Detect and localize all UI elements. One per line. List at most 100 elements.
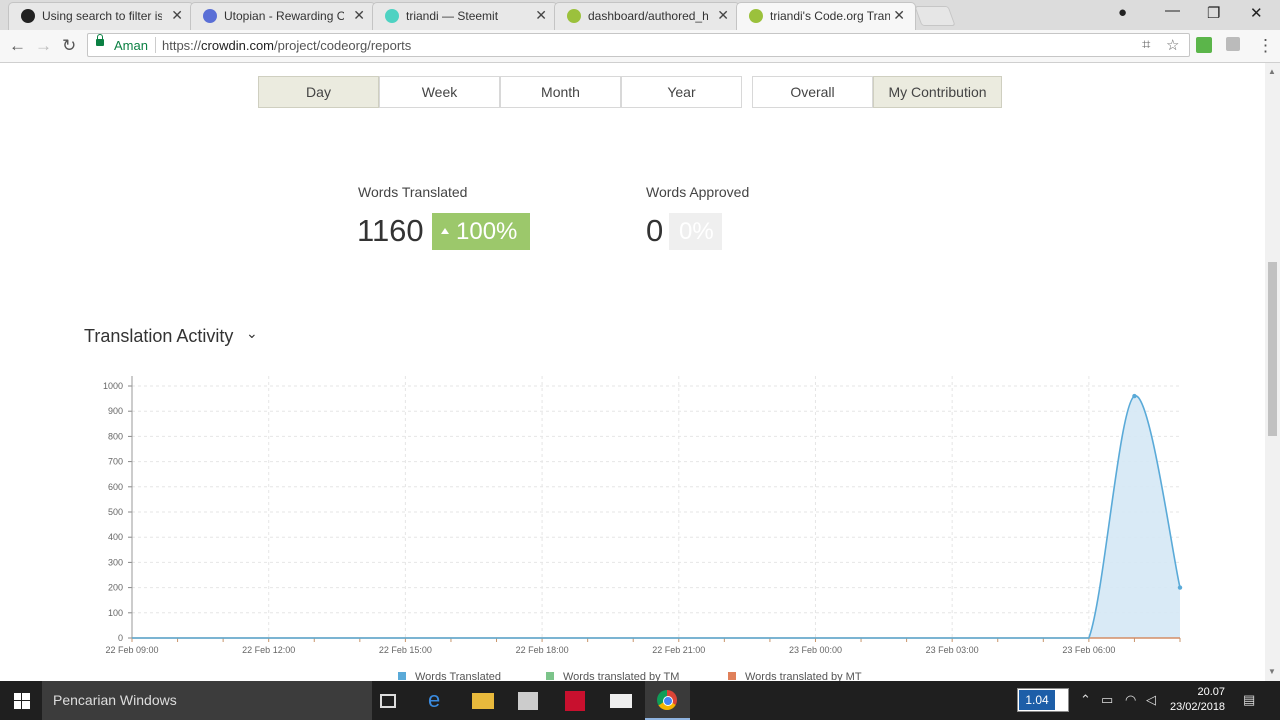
action-center-icon[interactable]: ▤ bbox=[1243, 692, 1255, 708]
store-icon[interactable] bbox=[518, 692, 538, 710]
gift-app-icon[interactable] bbox=[565, 691, 585, 711]
legend-label: Words translated by MT bbox=[745, 671, 862, 681]
secure-label: Aman bbox=[114, 38, 148, 53]
legend-label: Words Translated bbox=[415, 671, 501, 681]
y-tick-label: 300 bbox=[108, 557, 123, 567]
version-indicator[interactable]: 1.04 bbox=[1017, 688, 1069, 712]
browser-tab-3[interactable]: triandi — Steemit ✕ bbox=[372, 2, 558, 30]
close-tab-icon[interactable]: ✕ bbox=[717, 7, 729, 24]
x-tick-label: 22 Feb 09:00 bbox=[105, 645, 158, 655]
new-tab-button[interactable] bbox=[914, 6, 956, 26]
scroll-up-icon[interactable]: ▲ bbox=[1268, 67, 1276, 76]
browser-tab-2[interactable]: Utopian - Rewarding Op ✕ bbox=[190, 2, 376, 30]
x-tick-label: 22 Feb 12:00 bbox=[242, 645, 295, 655]
scope-my-contribution[interactable]: My Contribution bbox=[873, 76, 1002, 108]
y-tick-label: 0 bbox=[118, 633, 123, 643]
words-translated-label: Words Translated bbox=[358, 184, 468, 200]
windows-search-box[interactable]: Pencarian Windows bbox=[42, 681, 372, 720]
x-tick-label: 23 Feb 03:00 bbox=[926, 645, 979, 655]
y-tick-label: 900 bbox=[108, 406, 123, 416]
menu-icon[interactable]: ⋮ bbox=[1257, 36, 1274, 56]
task-view-icon[interactable] bbox=[380, 694, 396, 708]
browser-tab-5[interactable]: triandi's Code.org Transla ✕ bbox=[736, 2, 916, 30]
volume-icon[interactable]: ◁ bbox=[1146, 692, 1156, 708]
profile-icon[interactable]: ● bbox=[1118, 4, 1127, 21]
edge-icon[interactable]: e bbox=[428, 687, 450, 712]
browser-tab-4[interactable]: dashboard/authored_hin ✕ bbox=[554, 2, 740, 30]
translate-icon[interactable]: ⌗ bbox=[1142, 36, 1150, 53]
period-day[interactable]: Day bbox=[258, 76, 379, 108]
chrome-taskbar-button[interactable] bbox=[645, 681, 690, 720]
chrome-icon-center bbox=[663, 696, 673, 706]
translation-activity-chart: 0 100 200 300 400 500 600 700 800 900 1000 22 Feb 0… bbox=[103, 376, 1183, 681]
legend-swatch bbox=[546, 672, 554, 680]
browser-toolbar: ← → ↻ Aman https://crowdin.com/project/c… bbox=[0, 30, 1280, 63]
windows-start-icon[interactable] bbox=[14, 693, 30, 709]
address-bar[interactable]: Aman https://crowdin.com/project/codeorg… bbox=[87, 33, 1190, 57]
x-tick-label: 22 Feb 15:00 bbox=[379, 645, 432, 655]
tab-title: dashboard/authored_hin bbox=[588, 9, 708, 23]
battery-icon[interactable]: ▭ bbox=[1101, 692, 1113, 708]
series-area-words-translated bbox=[132, 395, 1180, 638]
browser-tab-1[interactable]: Using search to filter issu ✕ bbox=[8, 2, 194, 30]
close-tab-icon[interactable]: ✕ bbox=[171, 7, 183, 24]
arrow-up-icon bbox=[441, 228, 449, 234]
url-text[interactable]: https://crowdin.com/project/codeorg/repo… bbox=[162, 38, 411, 53]
minimize-icon[interactable]: — bbox=[1165, 2, 1180, 19]
chevron-down-icon[interactable]: ⌄ bbox=[246, 325, 258, 342]
page-scrollbar[interactable]: ▲ ▼ bbox=[1265, 63, 1280, 681]
words-approved-value: 0 bbox=[646, 213, 664, 248]
steemit-icon bbox=[385, 9, 399, 23]
tray-overflow-icon[interactable]: ⌃ bbox=[1080, 692, 1091, 708]
extension-icon[interactable] bbox=[1196, 37, 1212, 53]
extension-grid-icon[interactable] bbox=[1226, 37, 1240, 51]
forward-icon[interactable]: → bbox=[35, 36, 52, 56]
back-icon[interactable]: ← bbox=[9, 36, 26, 56]
restore-icon[interactable]: ❐ bbox=[1207, 4, 1220, 22]
x-tick-label: 23 Feb 00:00 bbox=[789, 645, 842, 655]
y-tick-label: 700 bbox=[108, 457, 123, 467]
period-year[interactable]: Year bbox=[621, 76, 742, 108]
close-tab-icon[interactable]: ✕ bbox=[535, 7, 547, 24]
bookmark-star-icon[interactable]: ☆ bbox=[1166, 36, 1179, 54]
clock-time: 20.07 bbox=[1197, 686, 1225, 698]
tab-title: Using search to filter issu bbox=[42, 9, 162, 23]
y-tick-label: 400 bbox=[108, 532, 123, 542]
tab-title: Utopian - Rewarding Op bbox=[224, 9, 344, 23]
crowdin-icon bbox=[749, 9, 763, 23]
divider bbox=[155, 37, 156, 53]
legend-label: Words translated by TM bbox=[563, 671, 679, 681]
utopian-icon bbox=[203, 9, 217, 23]
scope-overall[interactable]: Overall bbox=[752, 76, 873, 108]
github-icon bbox=[21, 9, 35, 23]
period-month[interactable]: Month bbox=[500, 76, 621, 108]
wifi-icon[interactable]: ◠ bbox=[1125, 692, 1136, 708]
clock[interactable]: 20.07 23/02/2018 bbox=[1170, 685, 1225, 715]
y-tick-label: 600 bbox=[108, 482, 123, 492]
close-tab-icon[interactable]: ✕ bbox=[353, 7, 365, 24]
period-week[interactable]: Week bbox=[379, 76, 500, 108]
reload-icon[interactable]: ↻ bbox=[62, 36, 76, 56]
section-title: Translation Activity bbox=[84, 326, 234, 346]
scroll-down-icon[interactable]: ▼ bbox=[1268, 667, 1276, 676]
change-text: 0% bbox=[679, 218, 714, 245]
scrollbar-thumb[interactable] bbox=[1268, 262, 1277, 436]
url-path: /project/codeorg/reports bbox=[274, 38, 412, 53]
browser-tab-strip: Using search to filter issu ✕ Utopian - … bbox=[0, 0, 1280, 30]
legend-swatch bbox=[728, 672, 736, 680]
data-point bbox=[1177, 585, 1183, 590]
url-scheme: https:// bbox=[162, 38, 202, 53]
close-window-icon[interactable]: ✕ bbox=[1250, 4, 1263, 22]
y-tick-label: 800 bbox=[108, 431, 123, 441]
legend-swatch bbox=[398, 672, 406, 680]
clock-date: 23/02/2018 bbox=[1170, 701, 1226, 713]
y-tick-label: 200 bbox=[108, 583, 123, 593]
tab-title: triandi's Code.org Transla bbox=[770, 9, 890, 23]
close-tab-icon[interactable]: ✕ bbox=[893, 7, 905, 24]
y-tick-label: 500 bbox=[108, 507, 123, 517]
mail-icon[interactable] bbox=[610, 694, 632, 708]
file-explorer-icon[interactable] bbox=[472, 693, 494, 709]
x-tick-label: 23 Feb 06:00 bbox=[1062, 645, 1115, 655]
words-translated-value: 1160 bbox=[357, 213, 424, 248]
crowdin-icon bbox=[567, 9, 581, 23]
